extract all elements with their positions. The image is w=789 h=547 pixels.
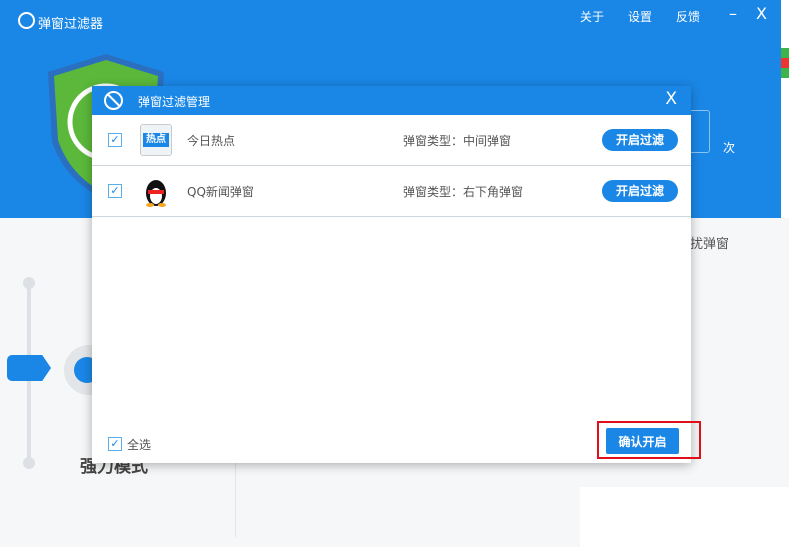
divider	[235, 460, 236, 537]
slider-dot[interactable]	[23, 277, 35, 289]
blank-area	[580, 487, 789, 547]
row-checkbox[interactable]: ✓	[108, 184, 122, 198]
enable-filter-button[interactable]: 开启过滤	[602, 180, 678, 202]
enable-filter-button[interactable]: 开启过滤	[602, 129, 678, 151]
popup-type: 弹窗类型：中间弹窗	[403, 134, 512, 148]
list-item: ✓ QQ新闻弹窗 弹窗类型：右下角弹窗 开启过滤	[92, 166, 691, 217]
counter-unit: 次	[723, 141, 736, 155]
filter-dialog: 弹窗过滤管理 X ✓ 热点 今日热点 弹窗类型：中间弹窗 开启过滤 ✓ QQ新闻…	[92, 86, 691, 463]
nav-feedback[interactable]: 反馈	[676, 8, 700, 25]
dialog-title: 弹窗过滤管理	[138, 95, 211, 109]
app-title: 弹窗过滤器	[38, 17, 104, 32]
nav-settings[interactable]: 设置	[628, 8, 652, 25]
list-item: ✓ 热点 今日热点 弹窗类型：中间弹窗 开启过滤	[92, 115, 691, 166]
app-name: 今日热点	[187, 134, 236, 148]
slider-dot[interactable]	[23, 457, 35, 469]
highlight-box	[597, 421, 701, 459]
slider-handle[interactable]	[7, 355, 51, 381]
select-all-label[interactable]: 全选	[127, 436, 151, 453]
select-all-checkbox[interactable]: ✓	[108, 437, 122, 451]
jinri-redian-icon: 热点	[140, 124, 172, 156]
minimize-button[interactable]: –	[729, 4, 737, 23]
row-checkbox[interactable]: ✓	[108, 133, 122, 147]
block-icon	[104, 91, 123, 110]
dialog-titlebar: 弹窗过滤管理 X	[92, 86, 691, 115]
popup-type: 弹窗类型：右下角弹窗	[403, 185, 524, 199]
dialog-close-button[interactable]: X	[665, 89, 677, 109]
hint-text: 扰弹窗	[690, 237, 730, 252]
app-logo-icon	[18, 12, 35, 29]
nav-about[interactable]: 关于	[580, 8, 604, 25]
qq-penguin-icon	[146, 180, 166, 207]
edge-strip	[781, 0, 789, 218]
app-name: QQ新闻弹窗	[187, 185, 254, 199]
close-button[interactable]: X	[756, 4, 767, 23]
